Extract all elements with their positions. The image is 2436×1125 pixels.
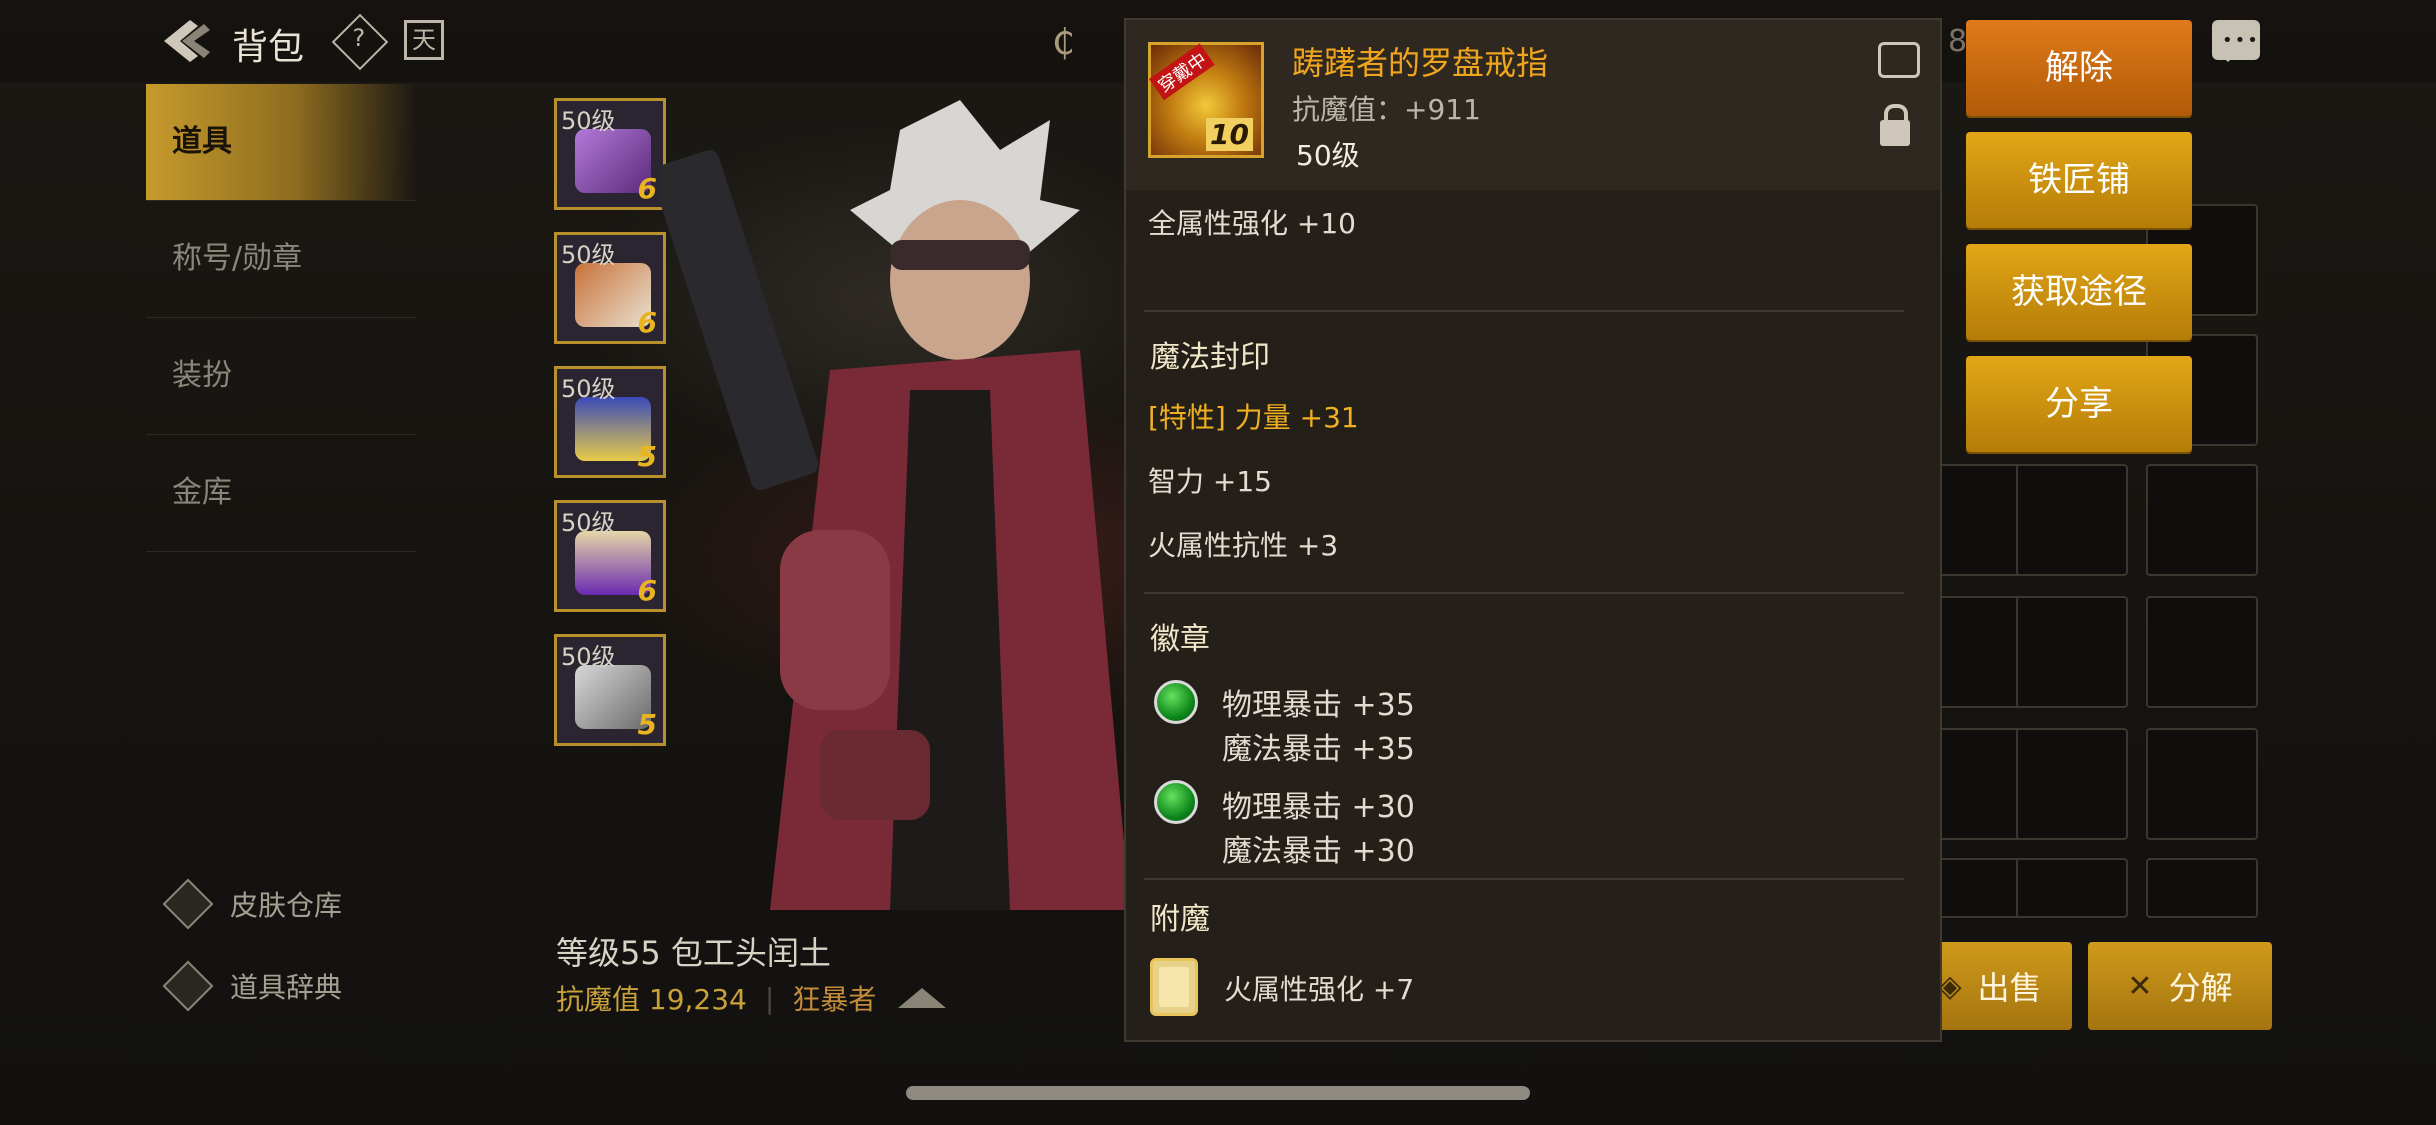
nav-item-items[interactable]: 道具 xyxy=(146,84,416,201)
seal-special-line: [特性] 力量 +31 xyxy=(1148,401,1359,434)
equip-slot-pants[interactable]: 50级 5 xyxy=(554,366,666,478)
green-emblem-icon xyxy=(1154,680,1198,724)
nav-item-vault[interactable]: 金库 xyxy=(146,435,416,552)
inventory-cell[interactable] xyxy=(2016,596,2128,708)
item-anti-magic: 抗魔值：+911 xyxy=(1292,93,1481,126)
skin-storage-link[interactable]: 皮肤仓库 xyxy=(162,878,343,930)
ring-icon: 穿戴中 10 xyxy=(1148,42,1264,158)
equipped-tag: 穿戴中 xyxy=(1149,43,1215,101)
inventory-cell[interactable] xyxy=(2146,596,2258,708)
slot-enhance: 6 xyxy=(637,172,657,205)
sell-label: 出售 xyxy=(1977,969,2042,1007)
inventory-cell[interactable] xyxy=(2016,728,2128,840)
inventory-nav: 道具 称号/勋章 装扮 金库 xyxy=(146,84,416,552)
help-glyph: ? xyxy=(352,24,366,53)
item-level: 50级 xyxy=(1296,139,1360,172)
expand-up-icon[interactable] xyxy=(898,988,947,1008)
enchant-card-icon xyxy=(1150,958,1198,1016)
inventory-cell[interactable] xyxy=(2146,728,2258,840)
slot-level: 50级 xyxy=(561,375,616,403)
slot-enhance: 5 xyxy=(637,708,657,741)
divider xyxy=(1144,878,1904,880)
equip-slot-chest[interactable]: 50级 6 xyxy=(554,232,666,344)
item-detail-popup: 穿戴中 10 踌躇者的罗盘戒指 抗魔值：+911 50级 全属性强化 +10 魔… xyxy=(1124,18,1942,1042)
slot-level: 50级 xyxy=(561,107,616,135)
unequip-button[interactable]: 解除 xyxy=(1966,20,2192,116)
skin-storage-icon xyxy=(162,878,214,930)
nav-item-costumes[interactable]: 装扮 xyxy=(146,318,416,435)
disassemble-label: 分解 xyxy=(2168,969,2233,1007)
meta-separator: | xyxy=(764,981,775,1015)
green-emblem-icon xyxy=(1154,780,1198,824)
character-meta: 抗魔值 19,234 | 狂暴者 xyxy=(556,978,947,1018)
emblem-1-physical: 物理暴击 +35 xyxy=(1222,688,1415,723)
enchant-header: 附魔 xyxy=(1150,902,1210,937)
inventory-cell[interactable] xyxy=(2146,858,2258,918)
slot-enhance: 6 xyxy=(637,306,657,339)
slot-level: 50级 xyxy=(561,509,616,537)
seal-int-line: 智力 +15 xyxy=(1148,465,1272,498)
disassemble-button[interactable]: ✕ 分解 xyxy=(2088,942,2272,1030)
obtain-route-button[interactable]: 获取途径 xyxy=(1966,244,2192,340)
equip-slot-belt[interactable]: 50级 6 xyxy=(554,500,666,612)
chat-icon[interactable]: ••• xyxy=(2212,20,2260,62)
seal-header: 魔法封印 xyxy=(1150,340,1270,375)
slot-enhance: 5 xyxy=(637,440,657,473)
slot-level: 50级 xyxy=(561,643,616,671)
lock-icon[interactable] xyxy=(1880,104,1910,146)
blacksmith-button[interactable]: 铁匠铺 xyxy=(1966,132,2192,228)
emblem-2-magic: 魔法暴击 +30 xyxy=(1222,834,1415,869)
page-title: 背包 xyxy=(232,27,305,68)
share-icon[interactable] xyxy=(1878,42,1920,78)
divider xyxy=(1144,310,1904,312)
character-class: 狂暴者 xyxy=(792,983,877,1016)
character-portrait xyxy=(660,100,1130,910)
character-anti-magic: 抗魔值 19,234 xyxy=(556,983,747,1016)
character-level-name: 等级55 包工头闰土 xyxy=(556,934,831,972)
currency-icon: ₵ xyxy=(1052,22,1075,63)
item-dictionary-icon xyxy=(162,960,214,1012)
emblem-1-magic: 魔法暴击 +35 xyxy=(1222,732,1415,767)
item-enhance-level: 10 xyxy=(1206,118,1253,151)
divider xyxy=(1144,592,1904,594)
emblem-header: 徽章 xyxy=(1150,622,1210,657)
item-dictionary-label: 道具辞典 xyxy=(230,971,343,1004)
item-name: 踌躇者的罗盘戒指 xyxy=(1292,44,1549,82)
enchant-line: 火属性强化 +7 xyxy=(1224,973,1415,1006)
home-indicator[interactable] xyxy=(906,1086,1530,1100)
slot-enhance: 6 xyxy=(637,574,657,607)
share-button[interactable]: 分享 xyxy=(1966,356,2192,452)
seal-fire-line: 火属性抗性 +3 xyxy=(1148,529,1339,562)
item-dictionary-link[interactable]: 道具辞典 xyxy=(162,960,343,1012)
slot-level: 50级 xyxy=(561,241,616,269)
calendar-icon[interactable]: 天 xyxy=(404,20,444,60)
inventory-cell[interactable] xyxy=(2016,858,2128,918)
equip-slot-shoulder[interactable]: 50级 6 xyxy=(554,98,666,210)
all-stat-line: 全属性强化 +10 xyxy=(1148,207,1356,240)
equip-slot-boots[interactable]: 50级 5 xyxy=(554,634,666,746)
inventory-cell[interactable] xyxy=(2146,464,2258,576)
skin-storage-label: 皮肤仓库 xyxy=(230,889,343,922)
back-arrow-icon[interactable] xyxy=(160,16,214,66)
emblem-2-physical: 物理暴击 +30 xyxy=(1222,790,1415,825)
inventory-cell[interactable] xyxy=(2016,464,2128,576)
disassemble-icon: ✕ xyxy=(2127,968,2153,1004)
nav-item-titles-medals[interactable]: 称号/勋章 xyxy=(146,201,416,318)
